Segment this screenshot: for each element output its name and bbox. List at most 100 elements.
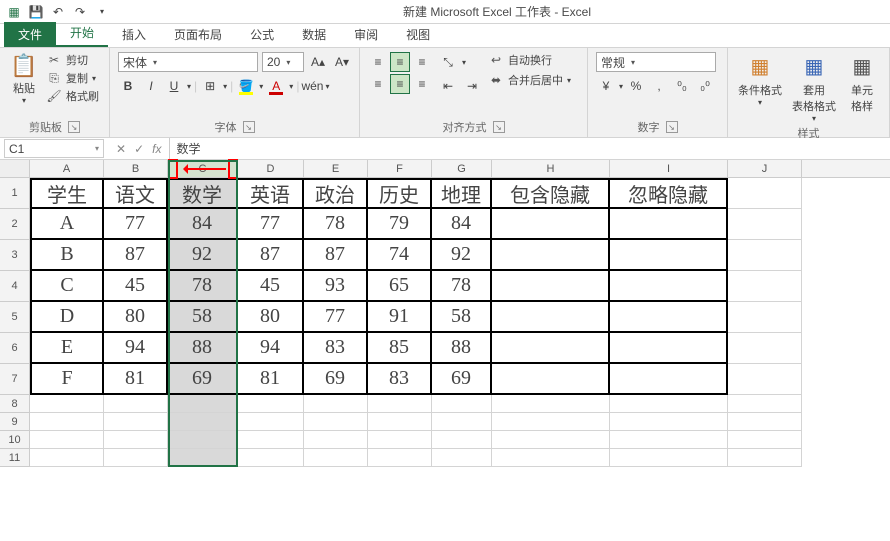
fill-color-icon[interactable]: 🪣 [236, 76, 256, 96]
cell[interactable] [492, 333, 610, 364]
cell[interactable]: 88 [168, 333, 238, 364]
cell[interactable] [728, 178, 802, 209]
conditional-format-button[interactable]: ▦条件格式▾ [736, 52, 784, 107]
bold-button[interactable]: B [118, 76, 138, 96]
cell[interactable]: 78 [432, 271, 492, 302]
align-bottom-icon[interactable]: ≡ [412, 52, 432, 72]
cell[interactable]: E [30, 333, 104, 364]
cell[interactable]: 92 [168, 240, 238, 271]
cell[interactable] [168, 395, 238, 413]
cell[interactable] [238, 413, 304, 431]
column-header-A[interactable]: A [30, 160, 104, 177]
tab-1[interactable]: 插入 [108, 22, 160, 47]
cell[interactable] [104, 449, 168, 467]
align-center-icon[interactable]: ≡ [390, 74, 410, 94]
cell[interactable] [238, 395, 304, 413]
cell[interactable]: C [30, 271, 104, 302]
cell[interactable]: 数学 [168, 178, 238, 209]
font-size-select[interactable]: 20▾ [262, 52, 304, 72]
font-name-select[interactable]: 宋体▾ [118, 52, 258, 72]
tab-2[interactable]: 页面布局 [160, 22, 236, 47]
cell[interactable] [238, 431, 304, 449]
cell[interactable] [728, 413, 802, 431]
cut-button[interactable]: ✂剪切 [46, 52, 99, 68]
decrease-font-icon[interactable]: A▾ [332, 52, 352, 72]
cell[interactable]: 79 [368, 209, 432, 240]
row-header[interactable]: 2 [0, 209, 30, 240]
tab-3[interactable]: 公式 [236, 22, 288, 47]
cell[interactable]: 80 [104, 302, 168, 333]
undo-icon[interactable]: ↶ [50, 4, 66, 20]
underline-button[interactable]: U [164, 76, 184, 96]
cell[interactable]: 77 [104, 209, 168, 240]
cell[interactable] [168, 431, 238, 449]
cell[interactable] [492, 364, 610, 395]
cell[interactable]: 81 [104, 364, 168, 395]
cell[interactable] [610, 364, 728, 395]
cell[interactable] [610, 271, 728, 302]
column-header-H[interactable]: H [492, 160, 610, 177]
cell[interactable]: 政治 [304, 178, 368, 209]
cell[interactable]: 87 [104, 240, 168, 271]
save-icon[interactable]: 💾 [28, 4, 44, 20]
align-middle-icon[interactable]: ≡ [390, 52, 410, 72]
wrap-text-button[interactable]: ↩自动换行 [488, 52, 571, 68]
cell[interactable]: 58 [168, 302, 238, 333]
cell[interactable]: 85 [368, 333, 432, 364]
increase-indent-icon[interactable]: ⇥ [462, 76, 482, 96]
row-header[interactable]: 4 [0, 271, 30, 302]
column-header-J[interactable]: J [728, 160, 802, 177]
row-header[interactable]: 9 [0, 413, 30, 431]
tab-0[interactable]: 开始 [56, 20, 108, 47]
copy-button[interactable]: ⎘复制▾ [46, 70, 99, 86]
cell[interactable]: 语文 [104, 178, 168, 209]
cell[interactable]: 91 [368, 302, 432, 333]
percent-icon[interactable]: % [626, 76, 646, 96]
cell[interactable]: 78 [304, 209, 368, 240]
cell[interactable] [728, 333, 802, 364]
cell[interactable] [728, 302, 802, 333]
column-header-B[interactable]: B [104, 160, 168, 177]
row-header[interactable]: 1 [0, 178, 30, 209]
merge-center-button[interactable]: ⬌合并后居中▾ [488, 72, 571, 88]
column-header-F[interactable]: F [368, 160, 432, 177]
cell[interactable] [30, 413, 104, 431]
cell[interactable] [368, 449, 432, 467]
row-header[interactable]: 7 [0, 364, 30, 395]
cell[interactable] [492, 449, 610, 467]
cell[interactable] [104, 413, 168, 431]
column-header-E[interactable]: E [304, 160, 368, 177]
borders-icon[interactable]: ⊞ [200, 76, 220, 96]
cell[interactable]: 历史 [368, 178, 432, 209]
format-painter-button[interactable]: 🖌格式刷 [46, 88, 99, 104]
row-header[interactable]: 11 [0, 449, 30, 467]
cell[interactable] [610, 209, 728, 240]
cell[interactable] [610, 413, 728, 431]
cell[interactable] [368, 413, 432, 431]
cell[interactable] [728, 395, 802, 413]
cell[interactable]: 92 [432, 240, 492, 271]
cell[interactable] [610, 333, 728, 364]
cell[interactable] [492, 271, 610, 302]
cell[interactable]: 83 [368, 364, 432, 395]
cell[interactable] [304, 449, 368, 467]
increase-font-icon[interactable]: A▴ [308, 52, 328, 72]
cell[interactable]: 69 [432, 364, 492, 395]
cell[interactable]: 83 [304, 333, 368, 364]
tab-4[interactable]: 数据 [288, 22, 340, 47]
cell[interactable] [432, 449, 492, 467]
cell[interactable]: B [30, 240, 104, 271]
cell[interactable]: 87 [238, 240, 304, 271]
cell[interactable] [368, 431, 432, 449]
cell[interactable]: 74 [368, 240, 432, 271]
cell[interactable]: 58 [432, 302, 492, 333]
cell[interactable]: 69 [304, 364, 368, 395]
cell[interactable] [492, 431, 610, 449]
cell[interactable]: 77 [238, 209, 304, 240]
tab-file[interactable]: 文件 [4, 22, 56, 47]
qat-customize-icon[interactable]: ▾ [94, 4, 110, 20]
cell[interactable]: A [30, 209, 104, 240]
cell[interactable]: 93 [304, 271, 368, 302]
decrease-indent-icon[interactable]: ⇤ [438, 76, 458, 96]
font-launcher-icon[interactable]: ↘ [243, 121, 255, 133]
